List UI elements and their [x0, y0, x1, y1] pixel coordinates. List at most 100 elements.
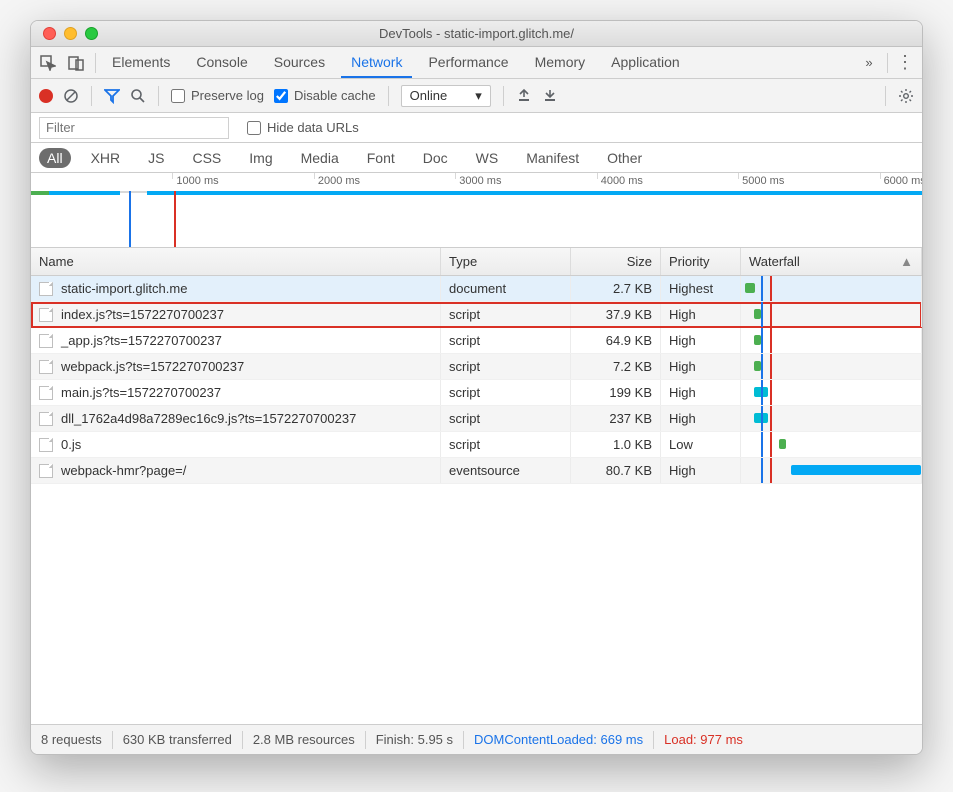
summary-load: Load: 977 ms [664, 732, 743, 747]
request-waterfall [741, 380, 922, 405]
separator [91, 86, 92, 106]
preserve-log-checkbox[interactable]: Preserve log [171, 88, 264, 103]
throttling-value: Online [410, 88, 448, 103]
col-priority[interactable]: Priority [661, 248, 741, 275]
type-filter-doc[interactable]: Doc [415, 148, 456, 168]
type-filter-other[interactable]: Other [599, 148, 650, 168]
table-row[interactable]: static-import.glitch.medocument2.7 KBHig… [31, 276, 922, 302]
type-filter-font[interactable]: Font [359, 148, 403, 168]
table-row[interactable]: _app.js?ts=1572270700237script64.9 KBHig… [31, 328, 922, 354]
request-type: script [441, 302, 571, 327]
device-toggle-icon[interactable] [65, 52, 87, 74]
request-size: 199 KB [571, 380, 661, 405]
type-filter-css[interactable]: CSS [184, 148, 229, 168]
load-marker [174, 191, 176, 247]
separator [885, 86, 886, 106]
chevron-down-icon: ▾ [475, 88, 482, 104]
separator [95, 53, 96, 73]
overview-wave [31, 191, 922, 247]
filter-icon[interactable] [104, 88, 120, 104]
ruler-tick-label: 1000 ms [176, 175, 218, 187]
overview-timeline[interactable]: 1000 ms2000 ms3000 ms4000 ms5000 ms6000 … [31, 173, 922, 248]
inspect-element-icon[interactable] [37, 52, 59, 74]
record-toggle-icon[interactable] [39, 89, 53, 103]
request-waterfall [741, 406, 922, 431]
disable-cache-checkbox[interactable]: Disable cache [274, 88, 376, 103]
request-name: _app.js?ts=1572270700237 [61, 333, 222, 348]
request-name: static-import.glitch.me [61, 281, 187, 296]
type-filter-js[interactable]: JS [140, 148, 172, 168]
type-filter-manifest[interactable]: Manifest [518, 148, 587, 168]
file-icon [39, 412, 53, 426]
tab-elements[interactable]: Elements [102, 48, 180, 78]
type-filter-media[interactable]: Media [293, 148, 347, 168]
throttling-select[interactable]: Online ▾ [401, 85, 491, 107]
request-size: 80.7 KB [571, 458, 661, 483]
request-priority: High [661, 406, 741, 431]
tab-memory[interactable]: Memory [525, 48, 596, 78]
tab-network[interactable]: Network [341, 48, 412, 78]
type-filter-xhr[interactable]: XHR [83, 148, 129, 168]
window-title: DevTools - static-import.glitch.me/ [31, 26, 922, 41]
request-priority: Highest [661, 276, 741, 301]
export-har-icon[interactable] [542, 88, 558, 104]
tab-performance[interactable]: Performance [418, 48, 518, 78]
table-body[interactable]: static-import.glitch.medocument2.7 KBHig… [31, 276, 922, 724]
request-waterfall [741, 302, 922, 327]
filter-row: Hide data URLs [31, 113, 922, 143]
table-row[interactable]: webpack.js?ts=1572270700237script7.2 KBH… [31, 354, 922, 380]
clear-icon[interactable] [63, 88, 79, 104]
col-size[interactable]: Size [571, 248, 661, 275]
file-icon [39, 360, 53, 374]
table-row[interactable]: main.js?ts=1572270700237script199 KBHigh [31, 380, 922, 406]
settings-menu-button[interactable]: ⋮ [894, 52, 916, 73]
panel-tabbar: ElementsConsoleSourcesNetworkPerformance… [31, 47, 922, 79]
request-waterfall [741, 458, 922, 483]
table-row[interactable]: 0.jsscript1.0 KBLow [31, 432, 922, 458]
table-row[interactable]: index.js?ts=1572270700237script37.9 KBHi… [31, 302, 922, 328]
file-icon [39, 308, 53, 322]
file-icon [39, 386, 53, 400]
tab-console[interactable]: Console [186, 48, 257, 78]
request-priority: Low [661, 432, 741, 457]
request-priority: High [661, 380, 741, 405]
col-name[interactable]: Name [31, 248, 441, 275]
separator [503, 86, 504, 106]
devtools-window: DevTools - static-import.glitch.me/ Elem… [30, 20, 923, 755]
filter-input[interactable] [39, 117, 229, 139]
request-name: webpack.js?ts=1572270700237 [61, 359, 244, 374]
request-type: script [441, 328, 571, 353]
request-type: document [441, 276, 571, 301]
type-filter-img[interactable]: Img [241, 148, 280, 168]
request-name: main.js?ts=1572270700237 [61, 385, 221, 400]
request-priority: High [661, 302, 741, 327]
request-priority: High [661, 328, 741, 353]
search-icon[interactable] [130, 88, 146, 104]
tab-application[interactable]: Application [601, 48, 690, 78]
resource-type-filter: All XHR JS CSS Img Media Font Doc WS Manifest Othe… [31, 143, 922, 173]
table-row[interactable]: webpack-hmr?page=/eventsource80.7 KBHigh [31, 458, 922, 484]
table-row[interactable]: dll_1762a4d98a7289ec16c9.js?ts=157227070… [31, 406, 922, 432]
panel-tabs: ElementsConsoleSourcesNetworkPerformance… [102, 48, 853, 78]
import-har-icon[interactable] [516, 88, 532, 104]
request-name: index.js?ts=1572270700237 [61, 307, 224, 322]
col-type[interactable]: Type [441, 248, 571, 275]
col-waterfall[interactable]: Waterfall ▲ [741, 248, 922, 275]
request-waterfall [741, 276, 922, 301]
request-priority: High [661, 354, 741, 379]
sort-indicator-icon: ▲ [900, 254, 913, 269]
overflow-menu-button[interactable]: » [857, 55, 881, 70]
gear-icon[interactable] [898, 88, 914, 104]
request-type: script [441, 354, 571, 379]
type-filter-ws[interactable]: WS [468, 148, 507, 168]
type-filter-all[interactable]: All [39, 148, 71, 168]
file-icon [39, 464, 53, 478]
tab-sources[interactable]: Sources [264, 48, 335, 78]
ruler-tick-label: 2000 ms [318, 175, 360, 187]
request-type: eventsource [441, 458, 571, 483]
network-table: Name Type Size Priority Waterfall ▲ stat… [31, 248, 922, 724]
request-name: webpack-hmr?page=/ [61, 463, 186, 478]
disable-cache-label: Disable cache [294, 88, 376, 103]
file-icon [39, 334, 53, 348]
hide-data-urls-checkbox[interactable]: Hide data URLs [247, 120, 359, 135]
